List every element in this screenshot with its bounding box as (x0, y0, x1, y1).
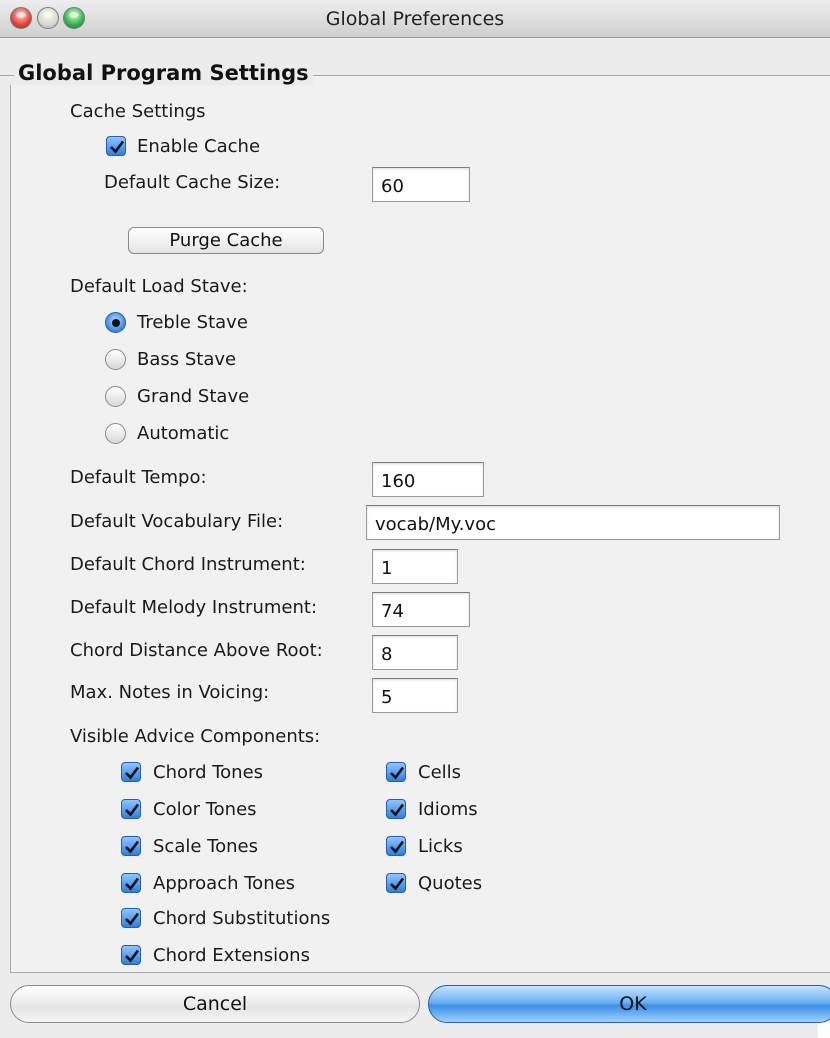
enable-cache-checkbox[interactable] (106, 136, 126, 156)
grand-stave-radio[interactable] (105, 386, 126, 407)
cache-size-input[interactable]: 60 (372, 167, 470, 202)
scale-tones-checkbox[interactable] (121, 836, 141, 856)
checkmark-icon (125, 877, 140, 891)
chord-instrument-input[interactable]: 1 (372, 549, 458, 584)
checkmark-icon (125, 803, 140, 817)
chord-tones-checkbox[interactable] (121, 762, 141, 782)
checkmark-icon (110, 140, 125, 154)
enable-cache-label: Enable Cache (137, 136, 261, 157)
color-tones-checkbox[interactable] (121, 799, 141, 819)
max-notes-label: Max. Notes in Voicing: (70, 682, 270, 703)
purge-cache-button[interactable]: Purge Cache (128, 227, 324, 254)
max-notes-input[interactable]: 5 (372, 678, 458, 713)
checkmark-icon (390, 766, 405, 780)
cancel-button[interactable]: Cancel (10, 985, 420, 1023)
group-title: Global Program Settings (0, 61, 313, 85)
quotes-label: Quotes (418, 873, 483, 894)
tempo-label: Default Tempo: (70, 467, 207, 488)
treble-stave-label: Treble Stave (137, 312, 248, 333)
chord-substitutions-label: Chord Substitutions (153, 908, 331, 929)
chord-extensions-label: Chord Extensions (153, 945, 310, 966)
grand-stave-label: Grand Stave (137, 386, 250, 407)
approach-tones-checkbox[interactable] (121, 873, 141, 893)
cells-label: Cells (418, 762, 462, 783)
vocab-file-input[interactable]: vocab/My.voc (366, 505, 780, 540)
cache-settings-heading: Cache Settings (70, 101, 206, 122)
checkmark-icon (125, 949, 140, 963)
vocab-file-label: Default Vocabulary File: (70, 511, 284, 532)
advice-heading: Visible Advice Components: (70, 726, 321, 747)
automatic-label: Automatic (137, 423, 230, 444)
idioms-checkbox[interactable] (386, 799, 406, 819)
checkmark-icon (125, 912, 140, 926)
chord-instrument-label: Default Chord Instrument: (70, 554, 306, 575)
idioms-label: Idioms (418, 799, 478, 820)
automatic-radio[interactable] (105, 423, 126, 444)
approach-tones-label: Approach Tones (153, 873, 296, 894)
window-corner (818, 1023, 830, 1038)
color-tones-label: Color Tones (153, 799, 257, 820)
title-bar: Global Preferences (0, 0, 830, 38)
quotes-checkbox[interactable] (386, 873, 406, 893)
licks-label: Licks (418, 836, 463, 857)
melody-instrument-input[interactable]: 74 (372, 592, 470, 627)
licks-checkbox[interactable] (386, 836, 406, 856)
melody-instrument-label: Default Melody Instrument: (70, 597, 318, 618)
chord-tones-label: Chord Tones (153, 762, 264, 783)
chord-distance-label: Chord Distance Above Root: (70, 640, 323, 661)
cells-checkbox[interactable] (386, 762, 406, 782)
scale-tones-label: Scale Tones (153, 836, 258, 857)
chord-distance-input[interactable]: 8 (372, 635, 458, 670)
bass-stave-radio[interactable] (105, 349, 126, 370)
bass-stave-label: Bass Stave (137, 349, 237, 370)
chord-extensions-checkbox[interactable] (121, 945, 141, 965)
ok-button[interactable]: OK (428, 985, 830, 1023)
window-title: Global Preferences (325, 8, 505, 30)
tempo-input[interactable]: 160 (372, 462, 484, 497)
load-stave-heading: Default Load Stave: (70, 276, 248, 297)
checkmark-icon (125, 840, 140, 854)
treble-stave-radio[interactable] (105, 312, 126, 333)
checkmark-icon (390, 840, 405, 854)
cache-size-label: Default Cache Size: (104, 172, 281, 193)
chord-substitutions-checkbox[interactable] (121, 908, 141, 928)
checkmark-icon (390, 803, 405, 817)
checkmark-icon (390, 877, 405, 891)
checkmark-icon (125, 766, 140, 780)
